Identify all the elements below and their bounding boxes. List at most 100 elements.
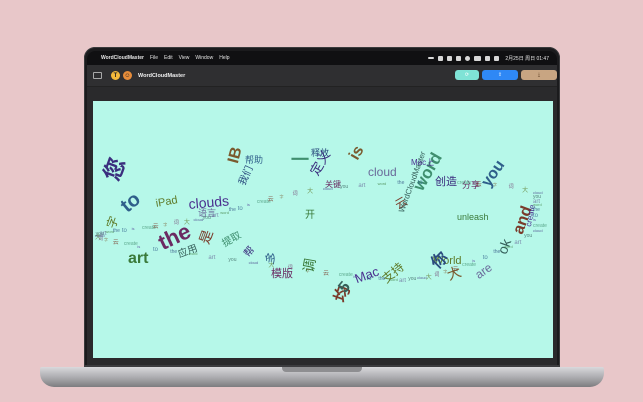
more-icon[interactable]	[428, 57, 435, 59]
cloud-filler-word: 字	[443, 269, 448, 275]
cloud-filler-word: 字	[163, 221, 168, 227]
cloud-word: 一	[291, 150, 309, 170]
cloud-word: unleash	[457, 212, 489, 222]
cloud-filler-word: the	[228, 207, 236, 214]
export-icon: ⤓	[537, 72, 541, 78]
battery-icon[interactable]	[474, 55, 482, 61]
cloud-filler-word: 词	[292, 190, 298, 197]
cloud-word: 帮	[242, 244, 258, 260]
cloud-filler-word: word	[220, 209, 229, 215]
cloud-filler-word: to	[121, 227, 127, 234]
cloud-filler-word: is	[533, 217, 536, 223]
cloud-filler-word: create	[457, 179, 472, 186]
cloud-filler-word: you	[228, 256, 237, 263]
cloud-filler-word: 云	[323, 271, 330, 277]
cloud-filler-word: 字	[305, 267, 310, 273]
cloud-word: 我们	[237, 164, 256, 188]
cloud-filler-word: word	[188, 251, 198, 257]
cloud-filler-word: 云	[475, 181, 482, 188]
share-icon: ⇪	[497, 72, 503, 78]
cloud-filler-word: art	[514, 239, 522, 246]
cloud-filler-word: art	[208, 255, 216, 262]
cloud-filler-word: word	[377, 180, 387, 186]
window-title: WordCloudMaster	[138, 72, 186, 79]
sidebar-toggle-icon[interactable]	[93, 72, 102, 79]
refresh-button[interactable]: ⟳	[455, 70, 479, 80]
cloud-word: 开	[305, 210, 315, 221]
cloud-word: to	[116, 188, 145, 218]
menu-app-name[interactable]: WordCloudMaster	[101, 55, 144, 61]
cloud-filler-word: the	[397, 179, 405, 186]
cloud-filler-word: to	[366, 276, 372, 283]
screen: WordCloudMaster File Edit View Window He…	[87, 51, 557, 366]
refresh-icon: ⟳	[464, 72, 470, 78]
cloud-filler-word: cloud	[248, 259, 259, 265]
trash-icon[interactable]	[447, 55, 453, 61]
menu-bar: WordCloudMaster File Edit View Window He…	[87, 51, 557, 65]
cloud-filler-word: create	[123, 241, 138, 248]
menu-edit[interactable]: Edit	[164, 55, 173, 61]
cloud-filler-word: the	[493, 249, 501, 256]
cloud-filler-word: is	[131, 225, 135, 231]
display-icon[interactable]	[485, 55, 491, 61]
cloud-filler-word: art	[399, 277, 407, 284]
cloud-filler-word: 云	[112, 240, 119, 247]
cloud-filler-word: 字	[493, 182, 498, 188]
cloud-filler-word: 词	[287, 265, 293, 272]
cloud-filler-word: create	[533, 222, 547, 229]
wordcloud-canvas[interactable]: 您 to the art 是应用 clouds iPad 我们 IB 语言 提取帮多模版调均 5 Mac…	[93, 101, 553, 358]
cloud-filler-word: 云	[152, 224, 159, 231]
cloud-filler-word: is	[353, 273, 357, 279]
user-avatar-icon[interactable]: ☺	[123, 71, 132, 80]
cloud-filler-word: create	[338, 272, 353, 279]
menu-file[interactable]: File	[150, 55, 158, 61]
menu-window[interactable]: Window	[195, 55, 213, 61]
window-icon[interactable]	[456, 55, 462, 61]
status-area: 2月25日 周日 01:47	[428, 51, 549, 65]
menu-view[interactable]: View	[179, 55, 190, 61]
cloud-word: 是	[196, 227, 216, 247]
cloud-filler-word: word	[504, 244, 513, 250]
cloud-filler-word: 字	[279, 193, 284, 199]
cloud-filler-word: 云	[267, 197, 274, 204]
cloud-filler-word: you	[202, 214, 211, 221]
share-button[interactable]: ⇪	[482, 70, 518, 80]
cloud-filler-word: 词	[508, 184, 514, 191]
cloud-filler-word: 大	[183, 219, 190, 226]
cloud-word: art	[128, 250, 149, 267]
cloud-filler-word: the	[170, 248, 178, 255]
cloud-filler-word: is	[437, 179, 441, 185]
cloud-filler-word: cloud	[323, 186, 333, 191]
cloud-filler-word: art	[358, 183, 366, 190]
cloud-filler-word: word	[389, 276, 398, 282]
menu-help[interactable]: Help	[219, 55, 229, 61]
cloud-filler-word: cloud	[193, 216, 204, 222]
cloud-filler-word: you	[524, 233, 533, 240]
cloud-word: Mac上	[411, 158, 435, 167]
app-logo-icon: T	[111, 71, 120, 80]
cloud-filler-word: to	[152, 247, 158, 254]
cloud-filler-word: 云	[452, 267, 459, 273]
lock-icon[interactable]	[438, 55, 444, 61]
cloud-filler-word: 字	[104, 237, 109, 243]
cloud-filler-word: create	[462, 262, 477, 269]
cloud-word: cloud	[368, 165, 397, 179]
export-button[interactable]: ⤓	[521, 70, 557, 80]
cloud-filler-word: you	[340, 183, 349, 190]
cloud-filler-word: art	[211, 213, 219, 220]
control-center-icon[interactable]	[494, 55, 500, 61]
cloud-filler-word: to	[417, 180, 423, 187]
cloud-filler-word: to	[482, 254, 488, 261]
cloud-filler-word: to	[237, 205, 243, 212]
cloud-word: 您	[99, 154, 131, 184]
cloud-word: is	[346, 142, 368, 163]
wifi-icon[interactable]	[465, 55, 471, 61]
clock[interactable]: 2月25日 周日 01:47	[505, 55, 549, 62]
cloud-filler-word: 大	[522, 187, 529, 194]
cloud-word: are	[472, 260, 495, 282]
cloud-filler-word: 词	[434, 271, 440, 278]
cloud-filler-word: cloud	[417, 275, 427, 281]
trackpad-notch	[282, 367, 362, 372]
cloud-filler-word: 大	[307, 189, 314, 196]
cloud-filler-word: cloud	[533, 228, 543, 233]
